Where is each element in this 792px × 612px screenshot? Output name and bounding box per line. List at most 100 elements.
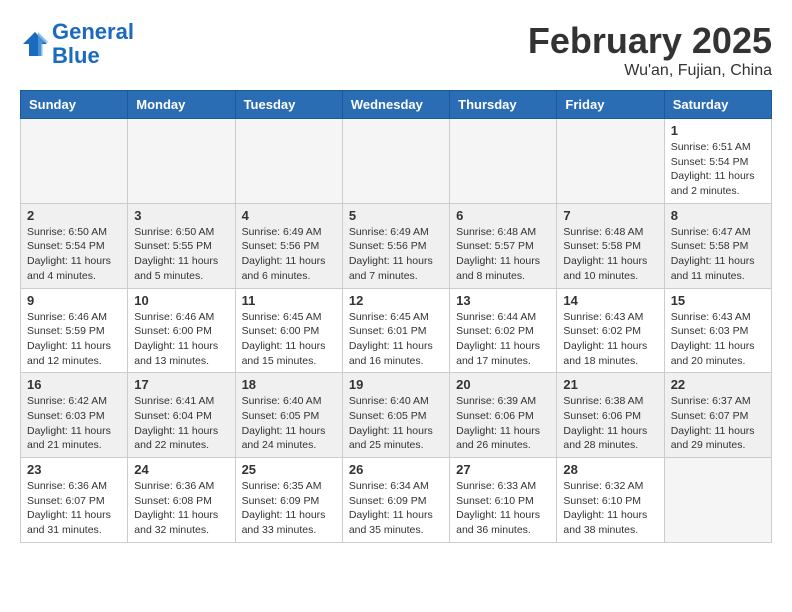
- day-info: Sunrise: 6:34 AM Sunset: 6:09 PM Dayligh…: [349, 479, 443, 538]
- calendar-cell: 26 Sunrise: 6:34 AM Sunset: 6:09 PM Dayli…: [342, 458, 449, 543]
- day-info: Sunrise: 6:46 AM Sunset: 5:59 PM Dayligh…: [27, 310, 121, 369]
- day-info: Sunrise: 6:38 AM Sunset: 6:06 PM Dayligh…: [563, 394, 657, 453]
- day-number: 6: [456, 208, 550, 223]
- day-info: Sunrise: 6:49 AM Sunset: 5:56 PM Dayligh…: [242, 225, 336, 284]
- day-number: 12: [349, 293, 443, 308]
- calendar-cell: 12 Sunrise: 6:45 AM Sunset: 6:01 PM Dayli…: [342, 288, 449, 373]
- calendar-cell: [557, 119, 664, 204]
- calendar-cell: 14 Sunrise: 6:43 AM Sunset: 6:02 PM Dayli…: [557, 288, 664, 373]
- logo: General Blue: [20, 20, 134, 68]
- day-number: 8: [671, 208, 765, 223]
- calendar-cell: 25 Sunrise: 6:35 AM Sunset: 6:09 PM Dayli…: [235, 458, 342, 543]
- calendar-cell: 24 Sunrise: 6:36 AM Sunset: 6:08 PM Dayli…: [128, 458, 235, 543]
- day-number: 3: [134, 208, 228, 223]
- day-info: Sunrise: 6:45 AM Sunset: 6:00 PM Dayligh…: [242, 310, 336, 369]
- day-number: 24: [134, 462, 228, 477]
- calendar-cell: [664, 458, 771, 543]
- location: Wu'an, Fujian, China: [528, 62, 772, 80]
- logo-text: General Blue: [52, 20, 134, 68]
- day-info: Sunrise: 6:40 AM Sunset: 6:05 PM Dayligh…: [349, 394, 443, 453]
- day-info: Sunrise: 6:41 AM Sunset: 6:04 PM Dayligh…: [134, 394, 228, 453]
- calendar-cell: 15Sunrise: 6:43 AM Sunset: 6:03 PM Dayli…: [664, 288, 771, 373]
- day-header-sunday: Sunday: [21, 91, 128, 119]
- day-number: 16: [27, 377, 121, 392]
- day-info: Sunrise: 6:36 AM Sunset: 6:07 PM Dayligh…: [27, 479, 121, 538]
- calendar-cell: 6 Sunrise: 6:48 AM Sunset: 5:57 PM Daylig…: [450, 203, 557, 288]
- day-number: 7: [563, 208, 657, 223]
- day-number: 20: [456, 377, 550, 392]
- calendar-week-row: 1Sunrise: 6:51 AM Sunset: 5:54 PM Daylig…: [21, 119, 772, 204]
- day-number: 10: [134, 293, 228, 308]
- calendar-cell: [21, 119, 128, 204]
- day-info: Sunrise: 6:48 AM Sunset: 5:58 PM Dayligh…: [563, 225, 657, 284]
- day-number: 14: [563, 293, 657, 308]
- day-info: Sunrise: 6:32 AM Sunset: 6:10 PM Dayligh…: [563, 479, 657, 538]
- day-info: Sunrise: 6:47 AM Sunset: 5:58 PM Dayligh…: [671, 225, 765, 284]
- calendar-cell: [342, 119, 449, 204]
- day-info: Sunrise: 6:33 AM Sunset: 6:10 PM Dayligh…: [456, 479, 550, 538]
- calendar-cell: 13Sunrise: 6:44 AM Sunset: 6:02 PM Dayli…: [450, 288, 557, 373]
- calendar-cell: 23 Sunrise: 6:36 AM Sunset: 6:07 PM Dayli…: [21, 458, 128, 543]
- day-header-saturday: Saturday: [664, 91, 771, 119]
- calendar-cell: 22 Sunrise: 6:37 AM Sunset: 6:07 PM Dayli…: [664, 373, 771, 458]
- calendar-week-row: 9 Sunrise: 6:46 AM Sunset: 5:59 PM Daylig…: [21, 288, 772, 373]
- calendar-cell: 20 Sunrise: 6:39 AM Sunset: 6:06 PM Dayli…: [450, 373, 557, 458]
- day-number: 19: [349, 377, 443, 392]
- day-number: 13: [456, 293, 550, 308]
- calendar-cell: 9 Sunrise: 6:46 AM Sunset: 5:59 PM Daylig…: [21, 288, 128, 373]
- day-info: Sunrise: 6:43 AM Sunset: 6:03 PM Dayligh…: [671, 310, 765, 369]
- month-title: February 2025: [528, 20, 772, 62]
- day-info: Sunrise: 6:35 AM Sunset: 6:09 PM Dayligh…: [242, 479, 336, 538]
- day-number: 18: [242, 377, 336, 392]
- day-info: Sunrise: 6:36 AM Sunset: 6:08 PM Dayligh…: [134, 479, 228, 538]
- calendar-cell: 5 Sunrise: 6:49 AM Sunset: 5:56 PM Daylig…: [342, 203, 449, 288]
- day-number: 26: [349, 462, 443, 477]
- day-number: 11: [242, 293, 336, 308]
- calendar-cell: 2Sunrise: 6:50 AM Sunset: 5:54 PM Daylig…: [21, 203, 128, 288]
- day-info: Sunrise: 6:50 AM Sunset: 5:55 PM Dayligh…: [134, 225, 228, 284]
- day-number: 2: [27, 208, 121, 223]
- calendar-cell: [235, 119, 342, 204]
- day-number: 5: [349, 208, 443, 223]
- day-info: Sunrise: 6:45 AM Sunset: 6:01 PM Dayligh…: [349, 310, 443, 369]
- day-number: 4: [242, 208, 336, 223]
- day-number: 22: [671, 377, 765, 392]
- day-info: Sunrise: 6:43 AM Sunset: 6:02 PM Dayligh…: [563, 310, 657, 369]
- calendar-week-row: 2Sunrise: 6:50 AM Sunset: 5:54 PM Daylig…: [21, 203, 772, 288]
- calendar-cell: 27 Sunrise: 6:33 AM Sunset: 6:10 PM Dayli…: [450, 458, 557, 543]
- day-number: 1: [671, 123, 765, 138]
- calendar-cell: 10 Sunrise: 6:46 AM Sunset: 6:00 PM Dayli…: [128, 288, 235, 373]
- calendar-cell: 11 Sunrise: 6:45 AM Sunset: 6:00 PM Dayli…: [235, 288, 342, 373]
- day-header-wednesday: Wednesday: [342, 91, 449, 119]
- day-number: 23: [27, 462, 121, 477]
- calendar-cell: 3 Sunrise: 6:50 AM Sunset: 5:55 PM Daylig…: [128, 203, 235, 288]
- day-info: Sunrise: 6:48 AM Sunset: 5:57 PM Dayligh…: [456, 225, 550, 284]
- day-number: 9: [27, 293, 121, 308]
- calendar-cell: [128, 119, 235, 204]
- day-header-monday: Monday: [128, 91, 235, 119]
- day-info: Sunrise: 6:39 AM Sunset: 6:06 PM Dayligh…: [456, 394, 550, 453]
- day-info: Sunrise: 6:40 AM Sunset: 6:05 PM Dayligh…: [242, 394, 336, 453]
- calendar-header-row: SundayMondayTuesdayWednesdayThursdayFrid…: [21, 91, 772, 119]
- day-number: 17: [134, 377, 228, 392]
- day-number: 28: [563, 462, 657, 477]
- day-info: Sunrise: 6:37 AM Sunset: 6:07 PM Dayligh…: [671, 394, 765, 453]
- logo-line2: Blue: [52, 43, 100, 68]
- calendar-cell: 28 Sunrise: 6:32 AM Sunset: 6:10 PM Dayli…: [557, 458, 664, 543]
- day-number: 25: [242, 462, 336, 477]
- day-info: Sunrise: 6:49 AM Sunset: 5:56 PM Dayligh…: [349, 225, 443, 284]
- day-info: Sunrise: 6:46 AM Sunset: 6:00 PM Dayligh…: [134, 310, 228, 369]
- calendar-cell: 4 Sunrise: 6:49 AM Sunset: 5:56 PM Daylig…: [235, 203, 342, 288]
- title-block: February 2025 Wu'an, Fujian, China: [528, 20, 772, 80]
- day-header-thursday: Thursday: [450, 91, 557, 119]
- day-number: 21: [563, 377, 657, 392]
- calendar-cell: 17 Sunrise: 6:41 AM Sunset: 6:04 PM Dayli…: [128, 373, 235, 458]
- calendar-cell: 18 Sunrise: 6:40 AM Sunset: 6:05 PM Dayli…: [235, 373, 342, 458]
- calendar: SundayMondayTuesdayWednesdayThursdayFrid…: [20, 90, 772, 543]
- day-number: 27: [456, 462, 550, 477]
- day-header-friday: Friday: [557, 91, 664, 119]
- calendar-week-row: 23 Sunrise: 6:36 AM Sunset: 6:07 PM Dayli…: [21, 458, 772, 543]
- calendar-cell: 1Sunrise: 6:51 AM Sunset: 5:54 PM Daylig…: [664, 119, 771, 204]
- calendar-cell: 19 Sunrise: 6:40 AM Sunset: 6:05 PM Dayli…: [342, 373, 449, 458]
- day-info: Sunrise: 6:42 AM Sunset: 6:03 PM Dayligh…: [27, 394, 121, 453]
